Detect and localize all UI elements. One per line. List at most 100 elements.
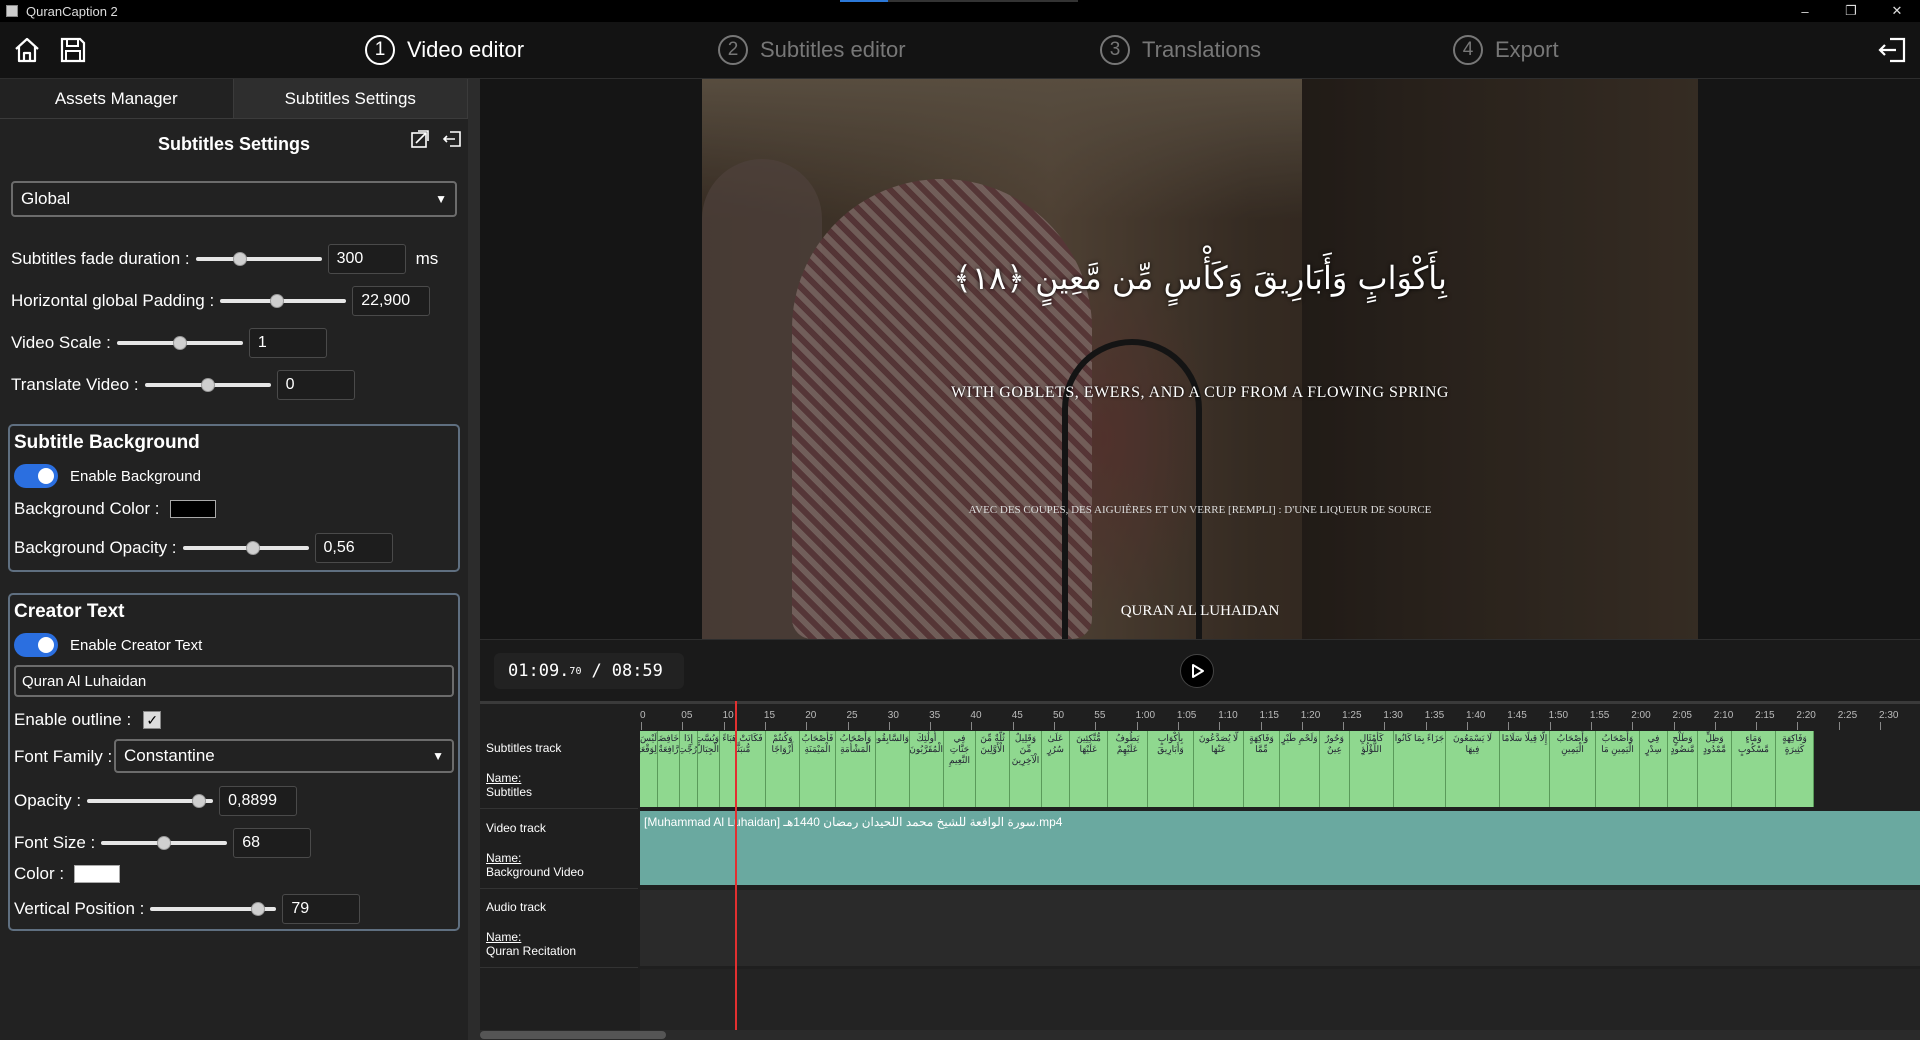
- subtitle-segment[interactable]: وَالسَّابِقُونَ: [876, 731, 910, 807]
- creator-opacity-input[interactable]: 0,8899: [219, 786, 298, 816]
- subtitle-segment[interactable]: وَكُنتُمْ أَزْوَاجًا: [766, 731, 800, 807]
- vertical-position-slider[interactable]: [150, 900, 277, 918]
- creator-text-input[interactable]: Quran Al Luhaidan: [14, 665, 454, 697]
- vertical-position-input[interactable]: 79: [282, 894, 361, 924]
- tab-assets-manager[interactable]: Assets Manager: [0, 79, 234, 118]
- subtitle-segment[interactable]: وَأَصْحَابُ الْيَمِينِ مَا: [1596, 731, 1640, 807]
- enable-background-toggle[interactable]: [14, 464, 58, 488]
- subtitle-segment[interactable]: وَحُورٌ عِينٌ: [1320, 731, 1350, 807]
- subtitle-segment[interactable]: وَبُسَّتِ الْجِبَالُ: [698, 731, 720, 807]
- audio-track[interactable]: [640, 890, 1920, 966]
- subtitle-segment[interactable]: خَافِضَةٌ رَّافِعَةٌ: [658, 731, 680, 807]
- fade-duration-slider[interactable]: [195, 250, 322, 268]
- subtitle-segment[interactable]: إِذَا رُجَّتِ: [680, 731, 698, 807]
- restore-button[interactable]: ❐: [1828, 0, 1874, 22]
- settings-scope-select[interactable]: Global ▼: [11, 181, 457, 217]
- enable-outline-checkbox[interactable]: ✓: [143, 711, 162, 729]
- subtitle-segment[interactable]: فِي جَنَّاتِ النَّعِيمِ: [944, 731, 976, 807]
- video-scale-slider[interactable]: [116, 334, 243, 352]
- subtitle-segment[interactable]: وَفَاكِهَةٍ مِّمَّا: [1244, 731, 1280, 807]
- subtitle-segment[interactable]: عَلَىٰ سُرُرٍ: [1042, 731, 1070, 807]
- subtitle-segment[interactable]: أُولَٰئِكَ الْمُقَرَّبُونَ: [910, 731, 944, 807]
- font-size-input[interactable]: 68: [233, 828, 312, 858]
- creator-opacity-slider[interactable]: [87, 792, 214, 810]
- subtitle-segment[interactable]: وَظِلٍّ مَّمْدُودٍ: [1698, 731, 1732, 807]
- padding-input[interactable]: 22,900: [352, 286, 431, 316]
- subtitle-segment[interactable]: وَمَاءٍ مَّسْكُوبٍ: [1732, 731, 1776, 807]
- step-export[interactable]: 4 Export: [1453, 35, 1559, 65]
- subtitle-segment[interactable]: فِي سِدْرٍ: [1640, 731, 1668, 807]
- subtitle-segment[interactable]: وَأَصْحَابُ الْيَمِينِ: [1550, 731, 1596, 807]
- timeline-tick: 35: [929, 710, 941, 730]
- timeline-tick: 25: [846, 710, 858, 730]
- titlebar-accent-track: [888, 0, 1078, 2]
- close-button[interactable]: ✕: [1874, 0, 1920, 22]
- timeline-playhead[interactable]: [735, 701, 737, 1040]
- subtitle-segment[interactable]: بِأَكْوَابٍ وَأَبَارِيقَ: [1148, 731, 1194, 807]
- creator-color-swatch[interactable]: [74, 865, 121, 883]
- left-panel-scrollbar[interactable]: [468, 79, 480, 1040]
- background-color-swatch[interactable]: [169, 500, 216, 518]
- translate-video-input[interactable]: 0: [276, 370, 355, 400]
- font-family-label: Font Family :: [14, 747, 113, 766]
- subtitle-segment[interactable]: لَّا يُصَدَّعُونَ عَنْهَا: [1194, 731, 1244, 807]
- tab-subtitles-settings[interactable]: Subtitles Settings: [233, 79, 468, 118]
- background-opacity-input[interactable]: 0,56: [314, 533, 393, 563]
- timeline-ruler[interactable]: 0 05 10 15 20 25 30 35 40 45 50 55 1:00 1:05 1:10 1:15 1…: [480, 701, 1920, 731]
- subtitle-segment[interactable]: يَطُوفُ عَلَيْهِمْ: [1108, 731, 1148, 807]
- timeline-scrollbar[interactable]: [480, 1030, 1920, 1040]
- step-label: Subtitles editor: [760, 37, 906, 62]
- font-family-select[interactable]: Constantine ▼: [114, 739, 454, 773]
- subtitle-segment[interactable]: لَيْسَ لِوَقْعَتِهَا: [640, 731, 658, 807]
- enable-creator-toggle[interactable]: [14, 633, 58, 657]
- export-settings-icon[interactable]: [442, 129, 462, 149]
- save-button[interactable]: [55, 32, 91, 68]
- background-color-label: Background Color :: [14, 499, 160, 518]
- minimize-button[interactable]: –: [1782, 0, 1828, 22]
- video-scale-input[interactable]: 1: [248, 328, 327, 358]
- subtitle-segment[interactable]: فَكَانَتْ هَبَاءً مُّنبَثًّا: [720, 731, 766, 807]
- timeline-empty-area: [640, 969, 1920, 1035]
- subtitle-segment[interactable]: جَزَاءً بِمَا كَانُوا: [1394, 731, 1446, 807]
- play-icon: [1192, 664, 1204, 678]
- subtitle-segment[interactable]: وَقَلِيلٌ مِّنَ الْآخِرِينَ: [1010, 731, 1042, 807]
- font-family-row: Font Family :: [14, 747, 112, 767]
- subtitle-segment[interactable]: فَأَصْحَابُ الْمَيْمَنَةِ: [800, 731, 836, 807]
- titlebar-accent: [840, 0, 888, 2]
- creator-text-group: Creator Text Enable Creator Text Quran A…: [8, 593, 460, 931]
- fade-duration-input[interactable]: 300: [327, 244, 406, 274]
- subtitle-segment[interactable]: مُّتَّكِئِينَ عَلَيْهَا: [1070, 731, 1108, 807]
- audio-track-header: Audio track Name: Quran Recitation: [480, 890, 638, 968]
- time-display: 01:09. 70 / 08:59: [494, 653, 684, 689]
- step-label: Export: [1495, 37, 1559, 62]
- player-controls: 01:09. 70 / 08:59: [480, 639, 1920, 701]
- padding-slider[interactable]: [220, 292, 347, 310]
- home-button[interactable]: [9, 32, 45, 68]
- track-type: Video track: [486, 821, 546, 835]
- step-translations[interactable]: 3 Translations: [1100, 35, 1261, 65]
- subtitle-segment[interactable]: وَفَاكِهَةٍ كَثِيرَةٍ: [1776, 731, 1814, 807]
- translate-video-slider[interactable]: [144, 376, 271, 394]
- subtitle-segment[interactable]: إِلَّا قِيلًا سَلَامًا: [1500, 731, 1550, 807]
- font-size-slider[interactable]: [101, 834, 228, 852]
- step-number: 1: [365, 35, 395, 65]
- subtitle-segment[interactable]: وَأَصْحَابُ الْمَشْأَمَةِ: [836, 731, 876, 807]
- window-title: QuranCaption 2: [26, 3, 118, 19]
- video-frame[interactable]: بِأَكْوَابٍ وَأَبَارِيقَ وَكَأْسٍ مِّن م…: [702, 79, 1698, 639]
- track-name: Background Video: [486, 865, 584, 879]
- vertical-position-row: Vertical Position : 79: [14, 894, 361, 924]
- subtitles-track[interactable]: لَيْسَ لِوَقْعَتِهَاخَافِضَةٌ رَّافِعَةٌ…: [640, 731, 1920, 809]
- play-button[interactable]: [1180, 654, 1214, 688]
- subtitle-segment[interactable]: لَا يَسْمَعُونَ فِيهَا: [1446, 731, 1500, 807]
- subtitle-segment[interactable]: وَطَلْحٍ مَّنضُودٍ: [1668, 731, 1698, 807]
- import-settings-icon[interactable]: [410, 129, 430, 149]
- subtitle-segment[interactable]: كَأَمْثَالِ اللُّؤْلُؤِ: [1350, 731, 1394, 807]
- step-video-editor[interactable]: 1 Video editor: [365, 35, 524, 65]
- step-subtitles-editor[interactable]: 2 Subtitles editor: [718, 35, 906, 65]
- timeline-tick: 1:15: [1259, 710, 1279, 730]
- background-opacity-slider[interactable]: [182, 539, 309, 557]
- exit-project-button[interactable]: [1874, 32, 1910, 68]
- video-clip[interactable]: [Muhammad Al Luhaidan] سورة الواقعة للشي…: [640, 811, 1920, 885]
- subtitle-segment[interactable]: ثُلَّةٌ مِّنَ الْأَوَّلِينَ: [976, 731, 1010, 807]
- subtitle-segment[interactable]: وَلَحْمِ طَيْرٍ: [1280, 731, 1320, 807]
